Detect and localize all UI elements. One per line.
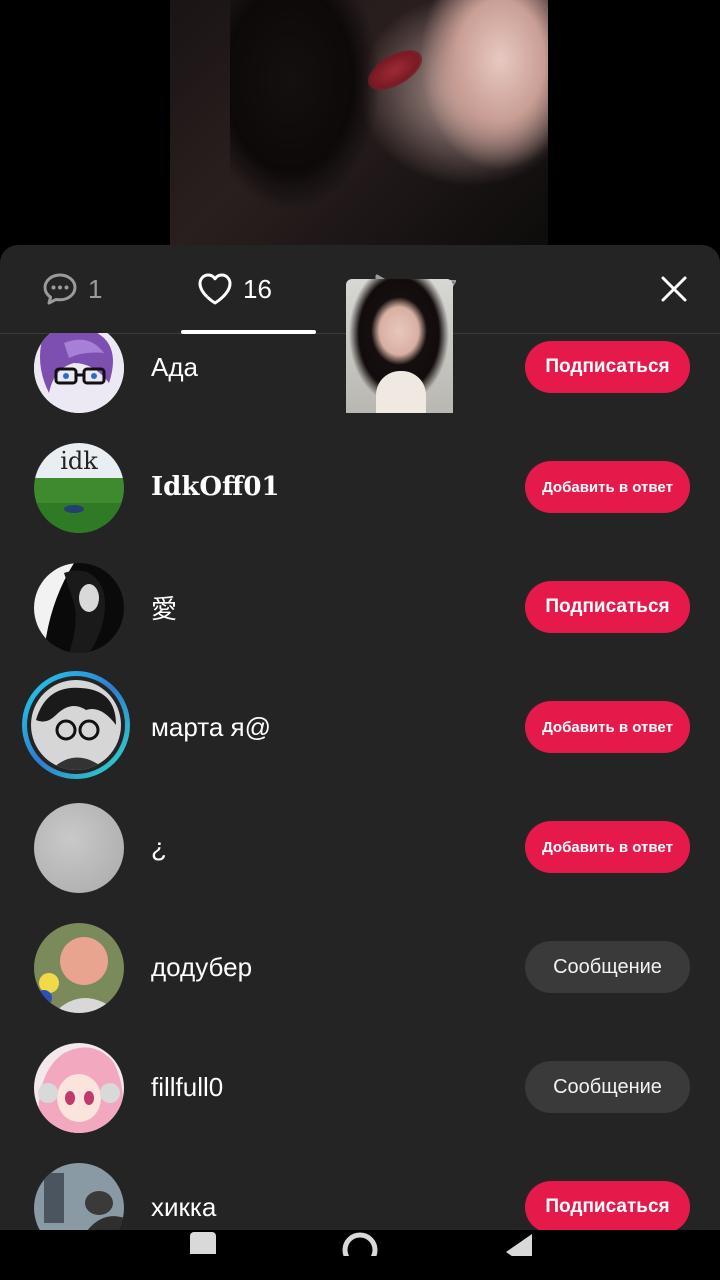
avatar[interactable] [34, 1043, 124, 1133]
back-triangle-icon [506, 1234, 532, 1256]
username: хикка [151, 1191, 217, 1222]
avatar-image [34, 1043, 124, 1133]
recents-square-icon [190, 1232, 216, 1254]
avatar-image [34, 1163, 124, 1230]
username: Ада [151, 351, 198, 382]
avatar [31, 680, 121, 770]
follow-button[interactable]: Подписаться [525, 1181, 690, 1230]
avatar-image [34, 333, 124, 413]
add-to-reply-button[interactable]: Добавить в ответ [525, 461, 690, 513]
home-button[interactable] [338, 1230, 382, 1280]
video-frame [170, 0, 548, 250]
tab-comments[interactable]: 1 [42, 245, 102, 333]
tab-likes[interactable]: 16 [197, 245, 272, 333]
list-item[interactable]: додубер Сообщение [0, 907, 720, 1027]
home-circle-icon [342, 1232, 378, 1256]
username: fillfull0 [151, 1071, 224, 1102]
list-item[interactable]: хикка Подписаться [0, 1147, 720, 1230]
follow-button[interactable]: Подписаться [525, 581, 690, 633]
avatar-image [34, 923, 124, 1013]
avatar[interactable] [34, 923, 124, 1013]
add-to-reply-button[interactable]: Добавить в ответ [525, 701, 690, 753]
likers-list: Ада Подписаться idk IdkOff01 Добавить в … [0, 333, 720, 1230]
avatar-image [31, 680, 121, 770]
avatar[interactable] [34, 563, 124, 653]
avatar[interactable] [34, 333, 124, 413]
username: додубер [151, 951, 253, 982]
list-item[interactable]: ¿ Добавить в ответ [0, 787, 720, 907]
back-button[interactable] [500, 1230, 536, 1280]
follow-button[interactable]: Подписаться [525, 341, 690, 393]
avatar[interactable] [34, 1163, 124, 1230]
message-button[interactable]: Сообщение [525, 941, 690, 993]
add-to-reply-button[interactable]: Добавить в ответ [525, 821, 690, 873]
list-item[interactable]: 愛 Подписаться [0, 547, 720, 667]
close-button[interactable] [654, 269, 694, 309]
message-button[interactable]: Сообщение [525, 1061, 690, 1113]
avatar-image: idk [34, 443, 124, 533]
close-icon [661, 276, 687, 302]
comments-count: 1 [88, 273, 103, 304]
pip-video-thumbnail[interactable] [346, 279, 453, 413]
svg-text:idk: idk [60, 447, 98, 475]
likes-count: 16 [243, 273, 272, 304]
list-item[interactable]: марта я@ Добавить в ответ [0, 667, 720, 787]
username: IdkOff01 [151, 472, 280, 502]
username: 愛 [151, 593, 178, 624]
video-player[interactable] [0, 0, 720, 250]
recents-button[interactable] [183, 1230, 223, 1280]
avatar[interactable] [34, 803, 124, 893]
avatar-with-story-ring[interactable] [22, 671, 130, 779]
username: ¿ [151, 831, 167, 862]
comment-icon [43, 273, 77, 305]
heart-icon [198, 273, 232, 305]
avatar[interactable]: idk [34, 443, 124, 533]
list-item[interactable]: idk IdkOff01 Добавить в ответ [0, 427, 720, 547]
list-item[interactable]: fillfull0 Сообщение [0, 1027, 720, 1147]
avatar-image [34, 563, 124, 653]
system-navigation-bar [0, 1230, 720, 1280]
username: марта я@ [151, 711, 271, 742]
